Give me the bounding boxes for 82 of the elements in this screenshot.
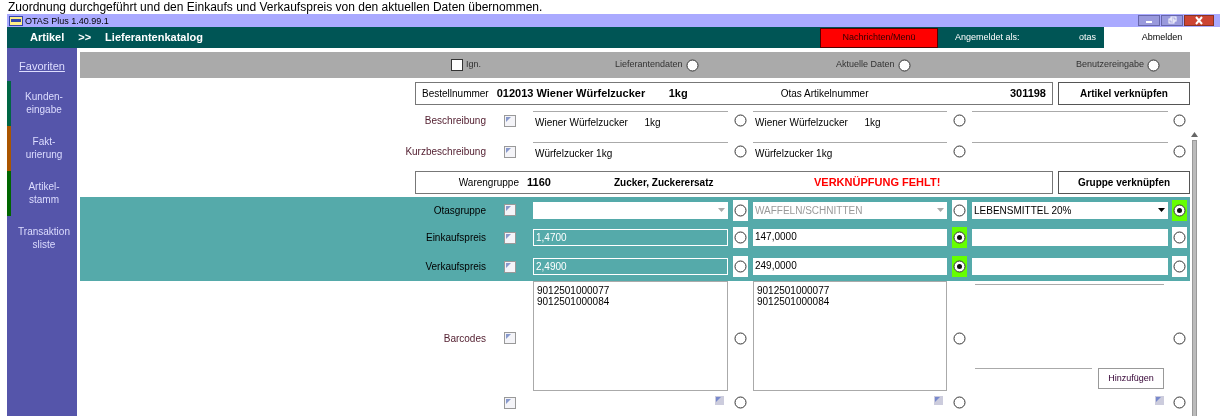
field-label: Beschreibung	[424, 114, 486, 128]
sidebar-item[interactable]: Kunden- eingabe	[7, 80, 77, 126]
scroll-up-icon[interactable]	[1190, 132, 1198, 137]
radio-button[interactable]	[1172, 114, 1186, 127]
radio-button[interactable]	[953, 145, 966, 158]
breadcrumb-item: >>	[78, 30, 92, 46]
logged-in-label: Angemeldet als:	[954, 30, 1021, 44]
dropdown-arrow-icon	[1158, 208, 1165, 212]
field-label: Kurzbeschreibung	[405, 145, 486, 159]
radio-button[interactable]	[953, 396, 966, 409]
ignore-label: Ign.	[466, 58, 481, 72]
checkbox[interactable]	[504, 204, 516, 216]
dropdown[interactable]: LEBENSMITTEL 20%	[972, 201, 1168, 219]
radio-button[interactable]	[1172, 145, 1186, 158]
input-field[interactable]	[972, 229, 1168, 246]
dropdown-arrow-icon	[937, 208, 944, 212]
checkbox[interactable]	[451, 59, 463, 71]
source-option-label: Aktuelle Daten	[836, 58, 895, 72]
text-field[interactable]: Wiener Würfelzucker 1kg	[753, 110, 947, 131]
field-label: Otasgruppe	[433, 203, 486, 218]
messages-button[interactable]: Nachrichten/Menü	[820, 27, 938, 48]
checkbox[interactable]	[504, 332, 516, 344]
radio-button[interactable]	[734, 145, 747, 158]
minimize-icon[interactable]	[1138, 15, 1160, 26]
field-label: Einkaufspreis	[425, 231, 486, 245]
field-label: Barcodes	[443, 331, 486, 346]
close-icon[interactable]	[1184, 15, 1214, 26]
checkbox[interactable]	[504, 231, 516, 244]
scrollbar-thumb[interactable]	[1191, 140, 1197, 416]
product-group-label: Warengruppe	[457, 176, 520, 190]
radio-selected[interactable]	[953, 260, 966, 273]
checkbox[interactable]	[504, 114, 516, 127]
source-option-label: Lieferantendaten	[615, 58, 683, 72]
dropdown-arrow-icon	[718, 208, 725, 212]
link-group-button[interactable]: Gruppe verknüpfen	[1058, 171, 1190, 194]
radio-button[interactable]	[1172, 331, 1186, 345]
otas-number: 301198	[1009, 86, 1047, 102]
input-field[interactable]: 147,0000	[753, 229, 947, 246]
list-box[interactable]: 9012501000077 9012501000084	[533, 281, 728, 391]
radio-selected[interactable]	[953, 231, 966, 244]
text-field[interactable]: Würfelzucker 1kg	[753, 141, 947, 162]
text-field[interactable]: Würfelzucker 1kg	[533, 141, 728, 162]
order-number-label: Bestellnummer	[421, 87, 490, 101]
input-field[interactable]: 249,0000	[753, 258, 947, 275]
field-label: Verkaufspreis	[425, 260, 486, 274]
radio-button[interactable]	[1172, 260, 1186, 273]
favorites-link[interactable]: Favoriten	[7, 58, 77, 75]
otas-number-label: Otas Artikelnummer	[780, 87, 869, 101]
add-button[interactable]: Hinzufügen	[1098, 368, 1164, 389]
radio-button[interactable]	[953, 331, 966, 345]
source-option-label: Benutzereingabe	[1076, 58, 1145, 72]
breadcrumb-item: Lieferantenkatalog	[105, 30, 203, 46]
checkbox[interactable]	[504, 397, 516, 409]
input-field[interactable]	[972, 258, 1168, 275]
radio-button[interactable]	[734, 114, 747, 127]
product-group-name: Zucker, Zuckerersatz	[614, 176, 715, 190]
missing-link-warning: VERKNÜPFUNG FEHLT!	[814, 175, 941, 191]
window-title: OTAS Plus 1.40.99.1	[25, 14, 109, 27]
radio-button[interactable]	[734, 331, 747, 345]
list-box[interactable]: 9012501000077 9012501000084	[753, 281, 947, 391]
radio-button[interactable]	[953, 114, 966, 127]
radio-button[interactable]	[734, 396, 747, 409]
order-unit: 1kg	[668, 86, 689, 102]
checkbox[interactable]	[504, 260, 516, 273]
text-field[interactable]: Wiener Würfelzucker 1kg	[533, 110, 728, 131]
sidebar-item[interactable]: Fakt- urierung	[7, 125, 77, 171]
restore-icon[interactable]	[1161, 15, 1183, 26]
order-number: 012013 Wiener Würfelzucker	[496, 86, 647, 102]
logout-button[interactable]: Abmelden	[1104, 27, 1220, 48]
radio-selected[interactable]	[1172, 203, 1186, 217]
checkbox[interactable]	[504, 145, 516, 158]
caption-text: Zuordnung durchgeführt und den Einkaufs und Verkaufspreis von den aktuellen Daten übernommen.	[7, 0, 544, 14]
radio-button[interactable]	[1172, 396, 1186, 409]
user-name: otas	[1078, 30, 1097, 44]
breadcrumb-item: Artikel	[30, 30, 65, 46]
radio-button[interactable]	[1147, 58, 1161, 72]
app-logo-icon	[9, 15, 23, 26]
radio-button[interactable]	[685, 58, 699, 72]
product-group-number: 1160	[527, 175, 552, 191]
radio-button[interactable]	[1172, 231, 1186, 244]
radio-button[interactable]	[897, 58, 911, 72]
link-article-button[interactable]: Artikel verknüpfen	[1058, 82, 1190, 105]
